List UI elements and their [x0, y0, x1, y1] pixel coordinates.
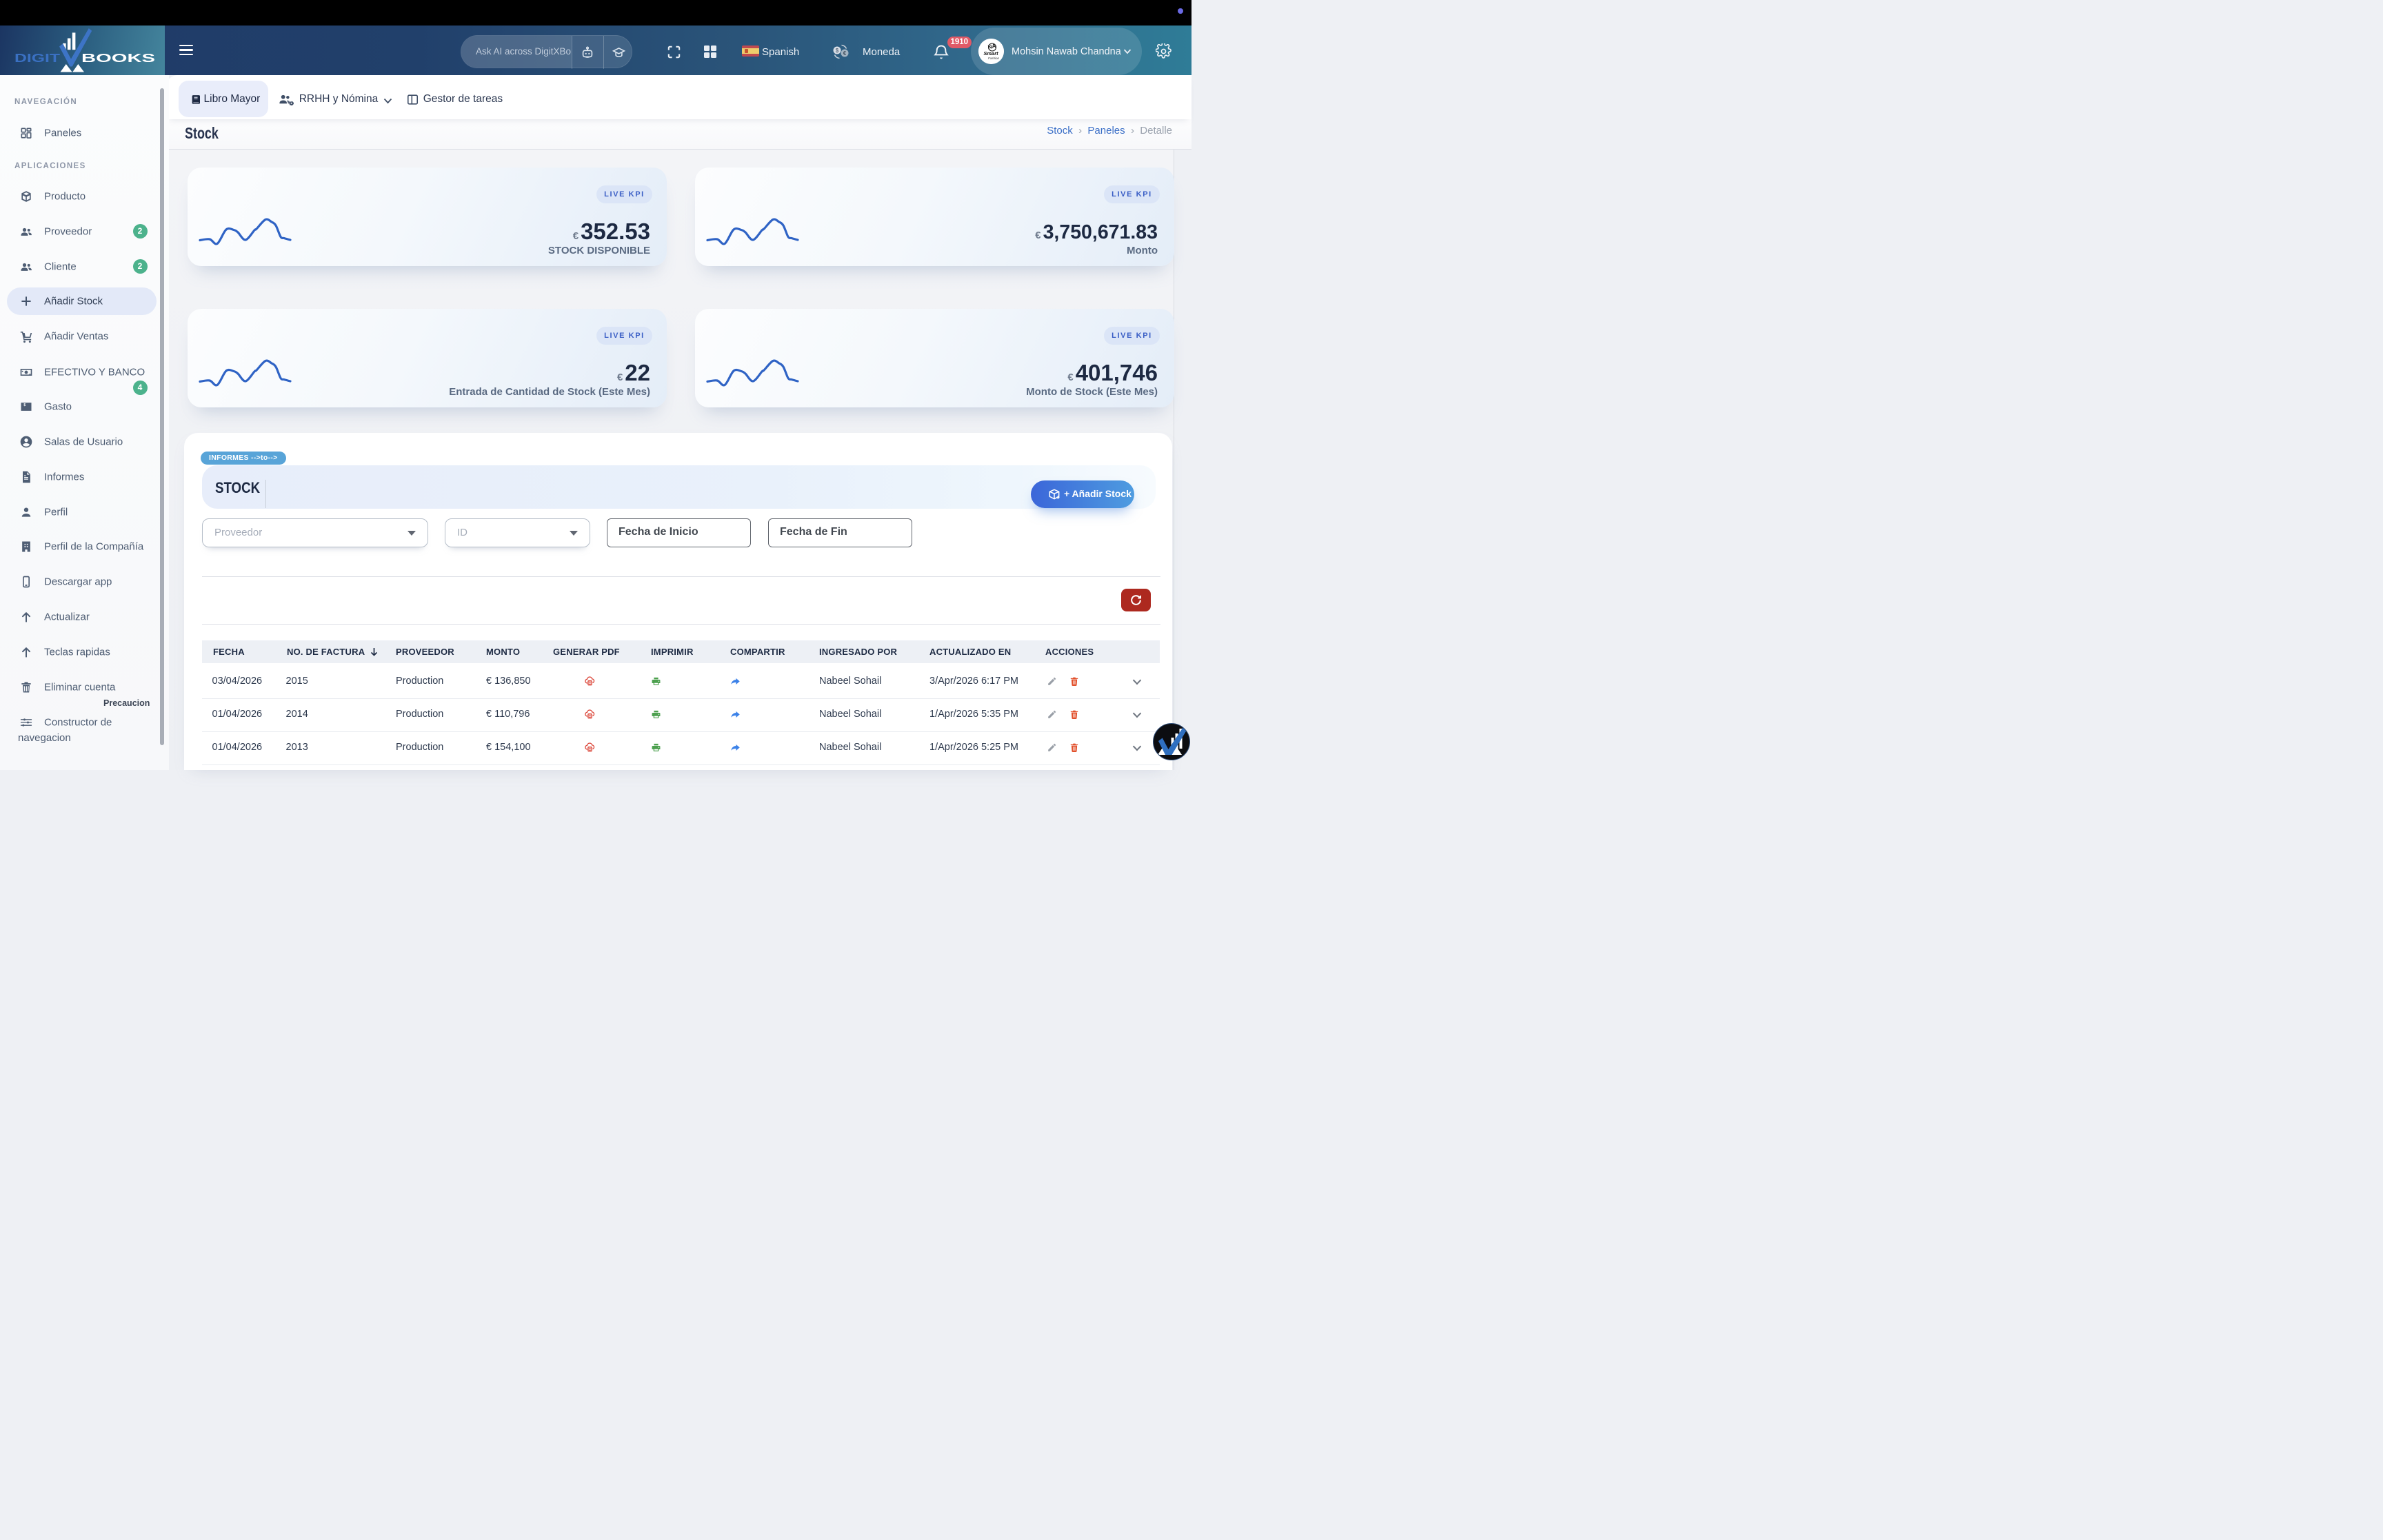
svg-text:DIGIT: DIGIT	[14, 51, 60, 65]
svg-text:Smart: Smart	[983, 50, 998, 57]
svg-text:€: €	[843, 50, 847, 57]
svg-text:BOOKS: BOOKS	[81, 51, 155, 65]
svg-text:$: $	[836, 48, 839, 54]
svg-text:$: $	[23, 403, 26, 407]
svg-text:Fashion: Fashion	[988, 57, 1000, 60]
